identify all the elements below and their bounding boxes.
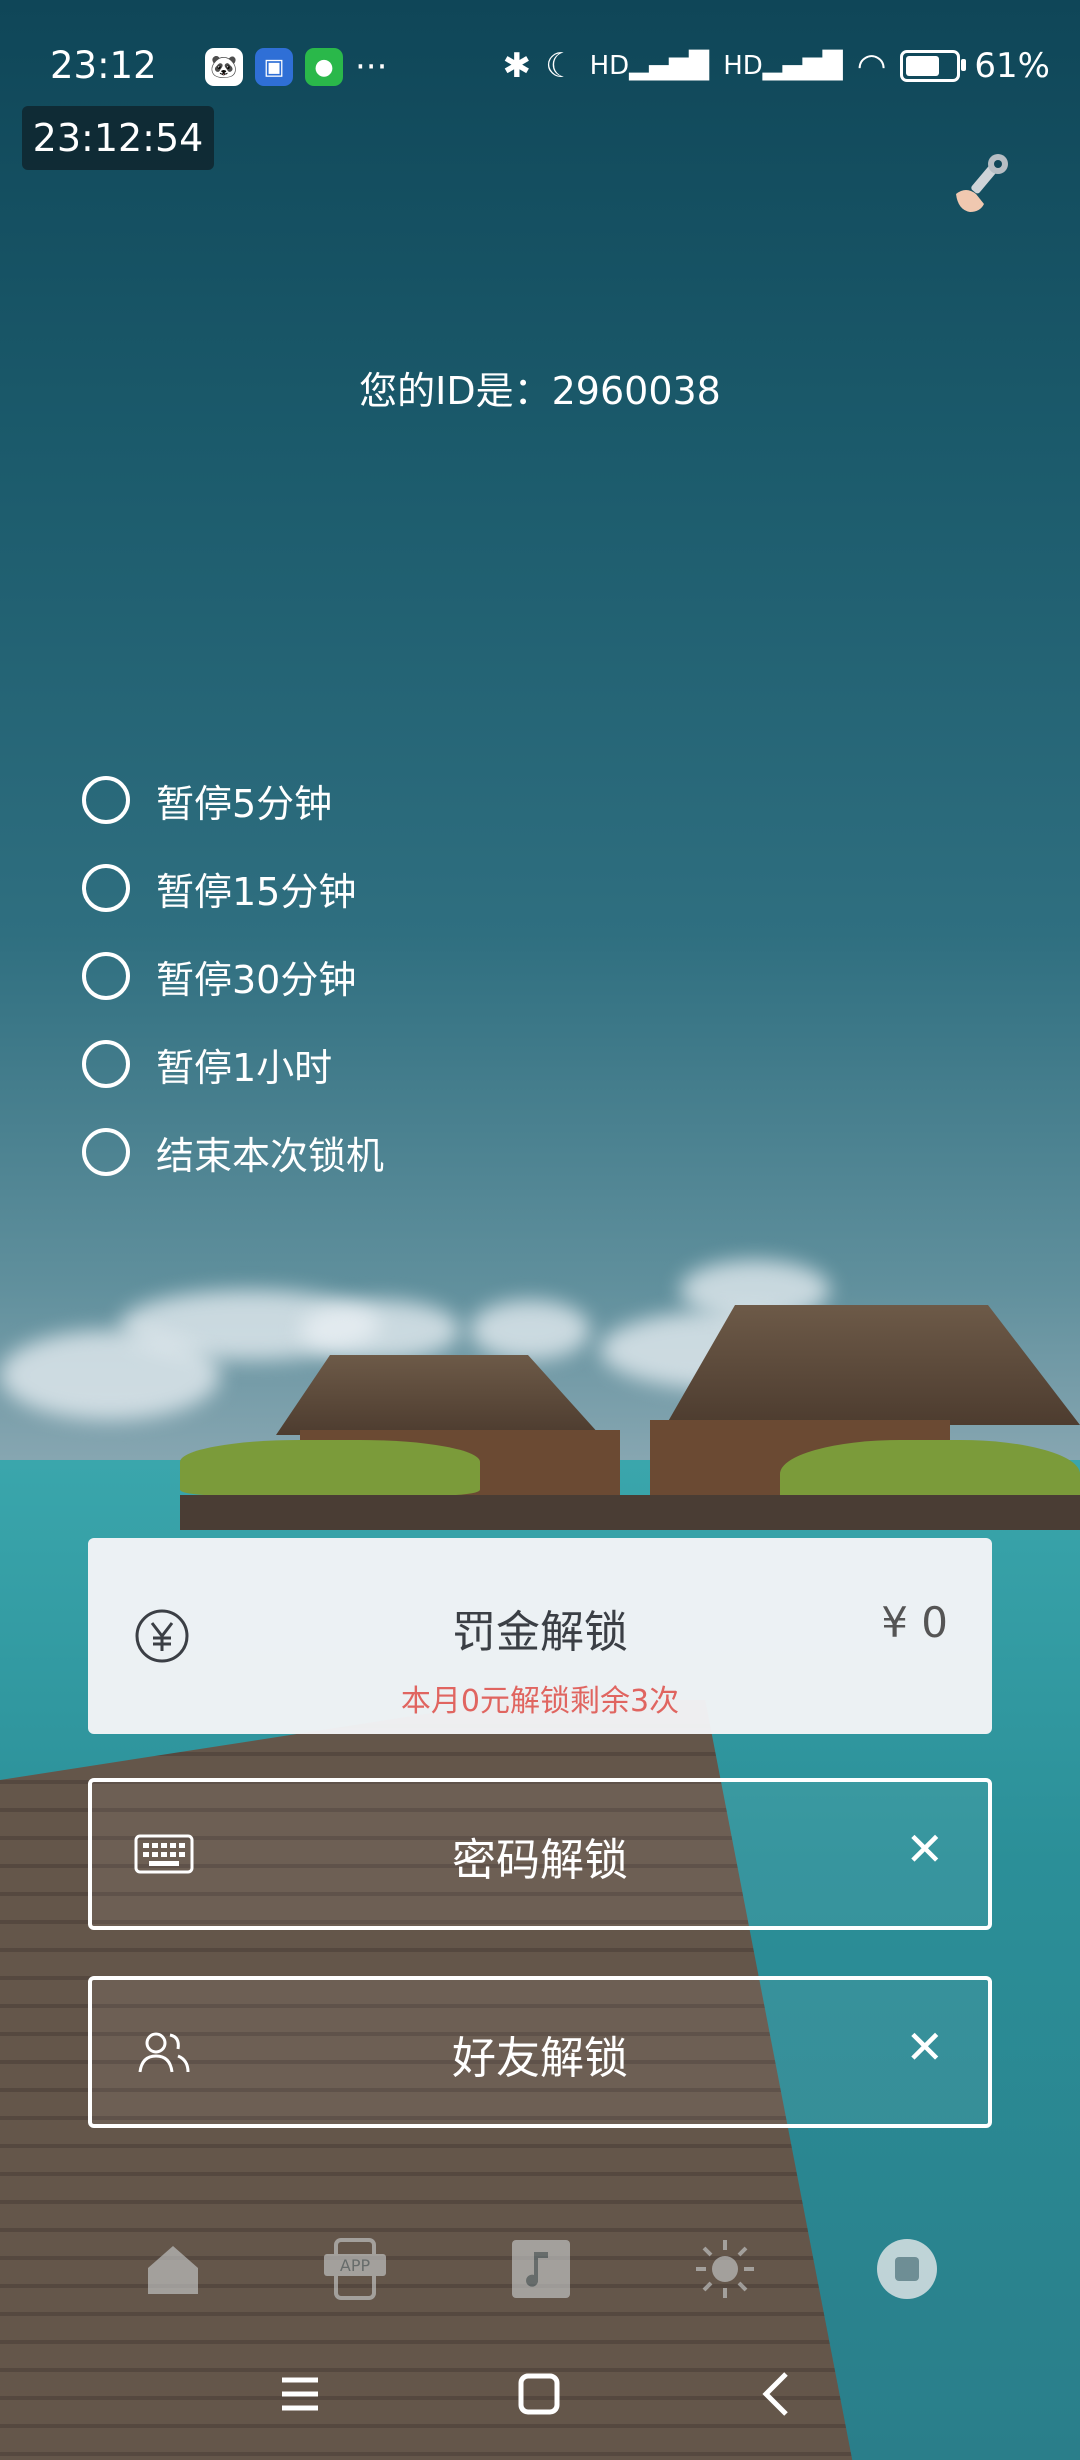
radio-button[interactable]: [82, 776, 130, 824]
more-notifications-icon: ···: [355, 47, 388, 87]
fine-amount: ¥ 0: [881, 1598, 948, 1647]
wrench-icon[interactable]: [948, 150, 1014, 216]
radio-button[interactable]: [82, 1128, 130, 1176]
option-pause-15min[interactable]: 暂停15分钟: [82, 844, 384, 932]
option-label: 暂停30分钟: [156, 957, 357, 1002]
radio-button[interactable]: [82, 864, 130, 912]
back-icon[interactable]: [748, 2364, 808, 2424]
friend-unlock-title: 好友解锁: [452, 2033, 628, 2084]
option-label: 暂停5分钟: [156, 781, 333, 826]
close-icon[interactable]: ✕: [905, 1822, 944, 1876]
wechat-icon: ●: [305, 48, 343, 86]
close-icon[interactable]: ✕: [905, 2020, 944, 2074]
radio-button[interactable]: [82, 952, 130, 1000]
system-nav-bar: [0, 2364, 1080, 2436]
option-label: 结束本次锁机: [156, 1133, 385, 1178]
svg-text:APP: APP: [340, 2256, 371, 2275]
password-unlock-title: 密码解锁: [452, 1835, 628, 1886]
app-icon[interactable]: APP: [322, 2236, 388, 2302]
fine-unlock-button[interactable]: 罚金解锁 ¥ 0 本月0元解锁剩余3次: [88, 1538, 992, 1734]
signal-icon: HD▂▄▆█: [723, 51, 843, 81]
do-not-disturb-icon: ☾: [545, 46, 576, 86]
option-label: 暂停1小时: [156, 1045, 333, 1090]
stop-icon[interactable]: [874, 2236, 940, 2302]
clock-badge: 23:12:54: [22, 106, 214, 170]
bluetooth-icon: ✱: [502, 46, 532, 86]
friend-unlock-button[interactable]: 好友解锁 ✕: [88, 1976, 992, 2128]
fine-unlock-remaining: 本月0元解锁剩余3次: [400, 1684, 680, 1719]
pause-options: 暂停5分钟 暂停15分钟 暂停30分钟 暂停1小时 结束本次锁机: [82, 756, 384, 1196]
home-icon[interactable]: [140, 2236, 206, 2302]
fine-unlock-title: 罚金解锁: [452, 1607, 628, 1658]
radio-button[interactable]: [82, 1040, 130, 1088]
option-end-lock[interactable]: 结束本次锁机: [82, 1108, 384, 1196]
status-time: 23:12: [50, 44, 157, 87]
music-icon[interactable]: [508, 2236, 574, 2302]
signal-icon: HD▂▄▆█: [589, 51, 710, 81]
bottom-tab-bar: APP: [0, 2236, 1080, 2312]
menu-icon[interactable]: [270, 2364, 330, 2424]
option-label: 暂停15分钟: [156, 869, 357, 914]
password-unlock-button[interactable]: 密码解锁 ✕: [88, 1778, 992, 1930]
panda-app-icon: 🐼: [205, 48, 243, 86]
wifi-icon: ◠: [856, 46, 887, 86]
user-id-label: 您的ID是：2960038: [359, 369, 721, 413]
battery-percent: 61%: [974, 46, 1050, 86]
brightness-icon[interactable]: [692, 2236, 758, 2302]
home-square-icon[interactable]: [509, 2364, 569, 2424]
option-pause-5min[interactable]: 暂停5分钟: [82, 756, 384, 844]
calendar-app-icon: ▣: [255, 48, 293, 86]
status-bar: 23:12 🐼 ▣ ● ··· ✱ ☾ HD▂▄▆█ HD▂▄▆█ ◠ 61%: [50, 40, 1050, 96]
option-pause-1hour[interactable]: 暂停1小时: [82, 1020, 384, 1108]
option-pause-30min[interactable]: 暂停30分钟: [82, 932, 384, 1020]
battery-icon: [900, 50, 967, 82]
